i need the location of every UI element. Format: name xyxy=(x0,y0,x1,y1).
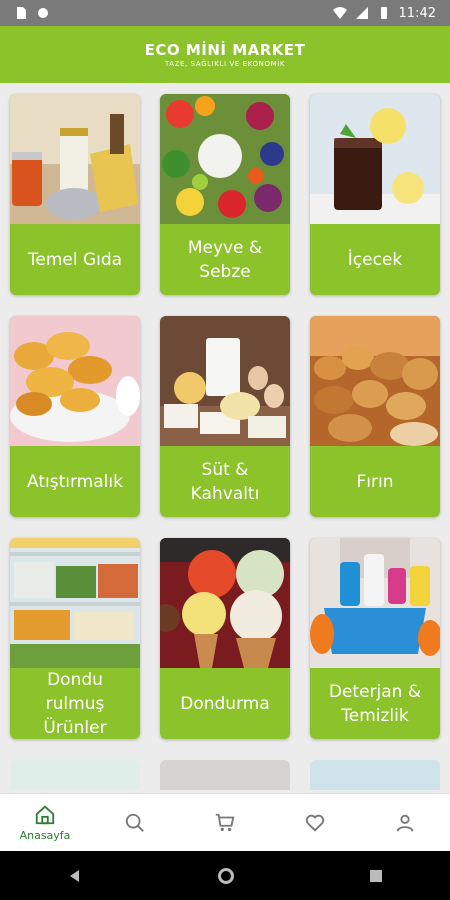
category-label: Süt & Kahvaltı xyxy=(190,459,260,504)
category-label: Atıştırmalık xyxy=(27,471,123,492)
wifi-icon xyxy=(332,7,347,19)
category-label: Deterjan & Temizlik xyxy=(328,681,422,726)
category-image xyxy=(160,316,290,446)
battery-icon xyxy=(380,7,387,19)
category-card-dondurulmus-urunler[interactable]: Dondu rulmuş Ürünler xyxy=(10,538,140,739)
home-icon xyxy=(35,805,55,825)
nav-favorites[interactable] xyxy=(270,794,360,852)
category-image xyxy=(160,538,290,668)
category-image xyxy=(10,538,140,668)
category-card-sut-kahvalti[interactable]: Süt & Kahvaltı xyxy=(160,316,290,517)
status-time: 11:42 xyxy=(398,5,436,21)
category-image xyxy=(310,538,440,668)
category-image xyxy=(160,94,290,224)
category-label: Fırın xyxy=(356,471,394,492)
category-image xyxy=(310,316,440,446)
user-icon xyxy=(396,814,414,832)
cart-icon xyxy=(215,813,235,832)
category-card-partial[interactable] xyxy=(160,760,290,790)
back-icon[interactable] xyxy=(67,868,83,884)
signal-icon xyxy=(355,7,368,19)
sync-icon xyxy=(38,8,48,18)
bottom-navigation: Anasayfa xyxy=(0,793,450,852)
category-label: Temel Gıda xyxy=(27,249,123,270)
nav-home[interactable]: Anasayfa xyxy=(0,794,90,852)
category-label: Meyve & Sebze xyxy=(187,237,263,282)
category-grid: Temel Gıda Meyve & Sebze İçecek Atıştırm… xyxy=(0,83,450,793)
category-label: Dondu rulmuş Ürünler xyxy=(43,669,107,738)
category-card-atistirmalik[interactable]: Atıştırmalık xyxy=(10,316,140,517)
app-tagline: TAZE, SAĞLIKLI VE EKONOMİK xyxy=(164,60,286,68)
home-button-icon[interactable] xyxy=(216,866,236,886)
category-card-dondurma[interactable]: Dondurma xyxy=(160,538,290,739)
category-card-firin[interactable]: Fırın xyxy=(310,316,440,517)
system-navigation-bar xyxy=(0,851,450,900)
nav-home-label: Anasayfa xyxy=(19,829,71,842)
app-title: ECO MİNİ MARKET xyxy=(144,41,306,59)
category-card-meyve-sebze[interactable]: Meyve & Sebze xyxy=(160,94,290,295)
nav-cart[interactable] xyxy=(180,794,270,852)
category-label: Dondurma xyxy=(180,693,270,714)
sd-card-icon xyxy=(17,7,26,19)
category-card-partial[interactable] xyxy=(310,760,440,790)
category-card-temel-gida[interactable]: Temel Gıda xyxy=(10,94,140,295)
category-image xyxy=(10,316,140,446)
category-label: İçecek xyxy=(347,249,403,270)
nav-profile[interactable] xyxy=(360,794,450,852)
category-card-deterjan-temizlik[interactable]: Deterjan & Temizlik xyxy=(310,538,440,739)
category-card-icecek[interactable]: İçecek xyxy=(310,94,440,295)
recents-icon[interactable] xyxy=(369,869,383,883)
status-bar: 11:42 xyxy=(0,0,450,26)
search-icon xyxy=(125,813,144,832)
app-header: ECO MİNİ MARKET TAZE, SAĞLIKLI VE EKONOM… xyxy=(0,26,450,83)
nav-search[interactable] xyxy=(90,794,180,852)
category-card-partial[interactable] xyxy=(10,760,140,790)
category-image xyxy=(10,94,140,224)
category-image xyxy=(310,94,440,224)
heart-icon xyxy=(305,814,325,832)
